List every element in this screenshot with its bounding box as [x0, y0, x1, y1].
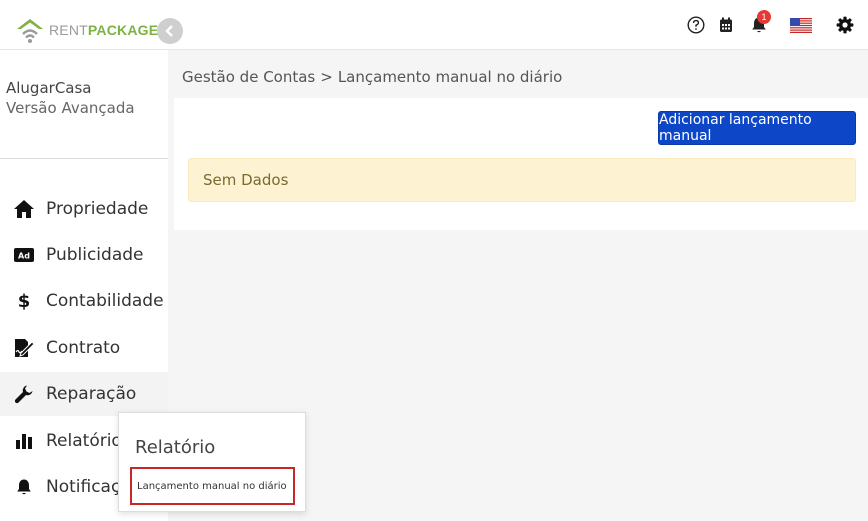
bell-icon: [12, 478, 36, 496]
help-icon[interactable]: [686, 14, 706, 36]
sidebar-divider: [0, 158, 168, 159]
relatorio-submenu: Relatório Lançamento manual no diário: [118, 412, 306, 512]
sidebar-item-label: Reparação: [46, 384, 137, 404]
sidebar-item-label: Contabilidade: [46, 291, 164, 311]
calendar-icon[interactable]: [718, 14, 734, 36]
sidebar-item-label: Propriedade: [46, 199, 149, 219]
empty-state-message: Sem Dados: [188, 158, 856, 202]
add-manual-entry-button[interactable]: Adicionar lançamento manual: [658, 111, 856, 145]
sidebar-item-label: Contrato: [46, 338, 121, 358]
breadcrumb-separator: >: [320, 68, 333, 86]
sidebar-item-propriedade[interactable]: Propriedade: [0, 187, 168, 231]
submenu-title: Relatório: [135, 437, 216, 458]
sidebar-item-contrato[interactable]: Contrato: [0, 326, 168, 370]
bar-chart-icon: [12, 432, 36, 450]
brand-logo[interactable]: RENTPACKAGE: [15, 16, 158, 44]
chevron-left-icon: [165, 25, 173, 37]
notification-bell-icon[interactable]: 1: [750, 10, 771, 36]
home-icon: [12, 199, 36, 219]
breadcrumb: Gestão de Contas > Lançamento manual no di…: [182, 68, 562, 86]
contract-sign-icon: [12, 337, 36, 359]
sidebar-item-reparacao[interactable]: Reparação: [0, 372, 168, 416]
sidebar-item-publicidade[interactable]: Ad Publicidade: [0, 233, 168, 277]
sidebar-item-label: Publicidade: [46, 245, 144, 265]
top-header: RENTPACKAGE 1: [0, 0, 868, 50]
account-version: Versão Avançada: [6, 99, 135, 117]
breadcrumb-parent[interactable]: Gestão de Contas: [182, 68, 315, 86]
house-wifi-icon: [17, 19, 43, 43]
empty-state-text: Sem Dados: [203, 171, 289, 189]
wrench-icon: [12, 384, 36, 404]
account-name: AlugarCasa: [6, 79, 92, 97]
settings-gear-icon[interactable]: [836, 14, 854, 36]
sidebar-collapse-button[interactable]: [157, 18, 183, 44]
brand-rent-text: RENT: [49, 22, 88, 38]
svg-text:$: $: [18, 291, 31, 312]
svg-text:Ad: Ad: [18, 252, 30, 261]
dollar-icon: $: [12, 290, 36, 312]
sidebar-item-label: Relatório: [46, 431, 122, 451]
ad-icon: Ad: [12, 247, 36, 263]
account-info: AlugarCasa Versão Avançada: [6, 78, 135, 118]
us-flag-icon[interactable]: [790, 14, 812, 36]
sidebar-item-contabilidade[interactable]: $ Contabilidade: [0, 279, 168, 323]
submenu-item-lancamento-manual[interactable]: Lançamento manual no diário: [130, 467, 295, 505]
brand-package-text: PACKAGE: [87, 22, 159, 38]
notification-badge: 1: [757, 10, 771, 24]
breadcrumb-current: Lançamento manual no diário: [337, 68, 563, 86]
